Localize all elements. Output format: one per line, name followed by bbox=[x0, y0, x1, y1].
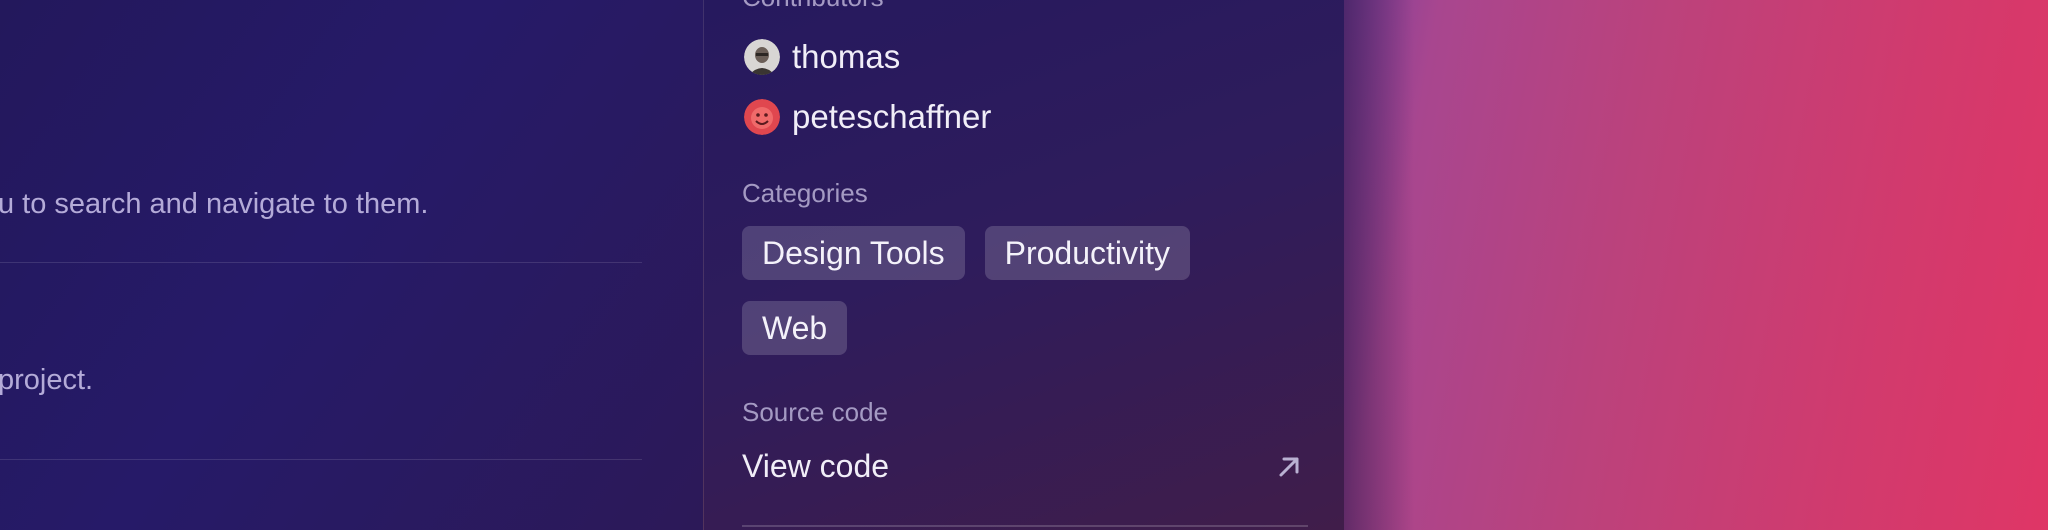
contributor-name: thomas bbox=[792, 38, 901, 75]
external-link-arrow-icon[interactable] bbox=[1274, 452, 1304, 482]
avatar bbox=[744, 99, 780, 135]
category-chip-productivity[interactable]: Productivity bbox=[984, 226, 1191, 280]
sidebar-divider bbox=[742, 525, 1308, 527]
desktop-background bbox=[1344, 0, 2048, 530]
contributor-thomas[interactable]: thomas bbox=[744, 38, 900, 76]
categories-title: Categories bbox=[742, 178, 868, 208]
window-shadow bbox=[1344, 0, 1414, 530]
description-text-2: project. bbox=[0, 364, 94, 396]
row-divider-1 bbox=[0, 262, 642, 263]
row-divider-2 bbox=[0, 459, 642, 460]
category-chip-design-tools[interactable]: Design Tools bbox=[742, 226, 965, 280]
view-code-link[interactable]: View code bbox=[742, 448, 889, 485]
contributor-name: peteschaffner bbox=[792, 98, 992, 135]
main-content: u to search and navigate to them. projec… bbox=[0, 0, 703, 530]
category-chip-list: Design Tools Productivity Web bbox=[742, 226, 1302, 355]
contributor-peteschaffner[interactable]: peteschaffner bbox=[744, 98, 991, 136]
details-sidebar: Contributors thomas peteschaffner Catego… bbox=[703, 0, 1346, 530]
description-text-1: u to search and navigate to them. bbox=[0, 188, 429, 220]
category-chip-web[interactable]: Web bbox=[742, 301, 848, 355]
contributors-title: Contributors bbox=[742, 0, 884, 13]
source-code-title: Source code bbox=[742, 397, 888, 427]
avatar bbox=[744, 39, 780, 75]
